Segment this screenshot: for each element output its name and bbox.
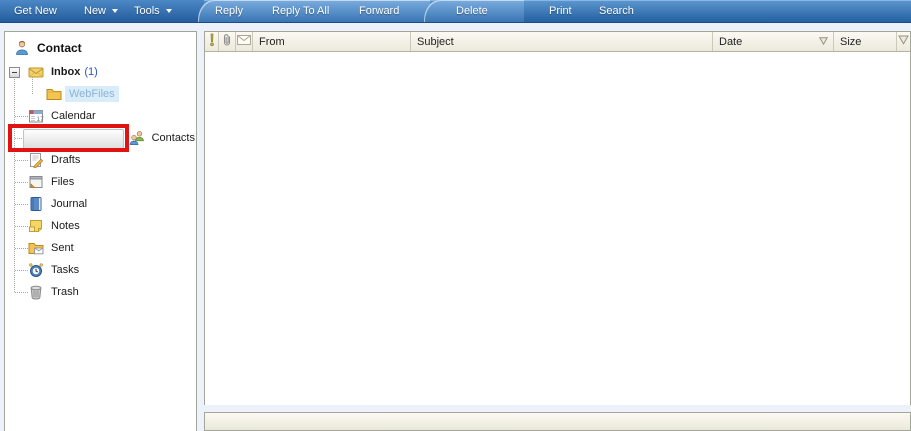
new-menu-button[interactable]: New (84, 0, 119, 22)
svg-text:17: 17 (37, 116, 45, 123)
sidebar-item-calendar[interactable]: 17 Calendar (6, 105, 195, 127)
importance-icon (208, 33, 216, 50)
trash-icon (28, 284, 44, 300)
sidebar-item-label: Calendar (51, 110, 96, 122)
column-from[interactable]: From (253, 32, 411, 51)
sidebar-item-label: Sent (51, 242, 74, 254)
sort-descending-icon (818, 36, 829, 48)
sidebar-item-webfiles[interactable]: WebFiles (6, 83, 195, 105)
tools-menu-button[interactable]: Tools (134, 0, 172, 22)
sidebar-item-label: Drafts (51, 154, 81, 166)
sidebar-item-trash[interactable]: Trash (6, 281, 195, 303)
column-importance[interactable] (205, 32, 219, 51)
sidebar-item-tasks[interactable]: Tasks (6, 259, 195, 281)
sent-icon (28, 240, 44, 256)
reply-to-all-button[interactable]: Reply To All (272, 0, 329, 22)
filter-icon (898, 35, 909, 48)
preview-pane-header (204, 412, 911, 431)
tasks-icon (28, 262, 44, 278)
column-label: From (259, 35, 285, 48)
message-list-body[interactable] (205, 52, 910, 405)
sidebar-item-label: Tasks (51, 264, 80, 276)
sidebar-item-sent[interactable]: Sent (6, 237, 195, 259)
sidebar-item-label: Trash (51, 286, 79, 298)
column-label: Subject (417, 35, 454, 48)
sidebar-item-files[interactable]: Files (6, 171, 195, 193)
message-list-header: From Subject Date Size (205, 32, 910, 52)
sidebar-title-label: Contact (37, 41, 82, 55)
webmail-app: { "toolbar": { "get_new": "Get New", "ne… (0, 0, 911, 431)
sidebar-item-inbox[interactable]: Inbox (1) (6, 61, 195, 83)
contacts-icon (129, 130, 145, 146)
paperclip-icon (221, 33, 233, 50)
sidebar-item-label: WebFiles (65, 86, 119, 102)
inbox-icon (28, 64, 44, 80)
get-new-button[interactable]: Get New (14, 0, 57, 22)
chevron-down-icon (165, 9, 172, 14)
search-button[interactable]: Search (599, 0, 634, 22)
column-read-status[interactable] (236, 32, 253, 51)
sidebar-item-label: Notes (51, 220, 80, 232)
sidebar-item-label: Inbox (51, 66, 81, 78)
sidebar-item-notes[interactable]: Notes (6, 215, 195, 237)
chevron-down-icon (112, 9, 119, 14)
drafts-icon (28, 152, 44, 169)
reply-button[interactable]: Reply (215, 0, 243, 22)
folder-sidebar: Contact Inbox (1) WebFiles 17 Calendar C… (4, 31, 197, 431)
person-icon (14, 40, 30, 56)
sidebar-item-journal[interactable]: Journal (6, 193, 195, 215)
column-subject[interactable]: Subject (411, 32, 713, 51)
sidebar-item-drafts[interactable]: Drafts (6, 149, 195, 171)
toolbar: Get New New Tools Reply Reply To All For… (0, 0, 911, 23)
unread-count: (1) (84, 66, 98, 78)
sidebar-item-contacts[interactable]: Contacts (6, 127, 195, 149)
folder-icon (46, 86, 62, 102)
column-label: Size (840, 35, 862, 48)
collapse-toggle-icon[interactable] (9, 67, 20, 78)
column-size[interactable]: Size (834, 32, 897, 51)
journal-icon (28, 196, 44, 212)
print-button[interactable]: Print (549, 0, 572, 22)
calendar-icon: 17 (28, 108, 44, 124)
column-filter-menu[interactable] (897, 32, 910, 51)
column-date[interactable]: Date (713, 32, 834, 51)
envelope-icon (237, 35, 251, 48)
column-attachment[interactable] (219, 32, 236, 51)
sidebar-title: Contact (5, 37, 82, 59)
sidebar-item-label: Journal (51, 198, 88, 210)
column-label: Date (719, 35, 743, 48)
sidebar-item-label: Contacts (151, 132, 195, 144)
message-list-panel: From Subject Date Size (204, 31, 911, 405)
selected-item-background (23, 129, 124, 149)
delete-button[interactable]: Delete (456, 0, 488, 22)
files-icon (28, 174, 44, 190)
sidebar-item-label: Files (51, 176, 75, 188)
notes-icon (28, 218, 44, 234)
forward-button[interactable]: Forward (359, 0, 399, 22)
